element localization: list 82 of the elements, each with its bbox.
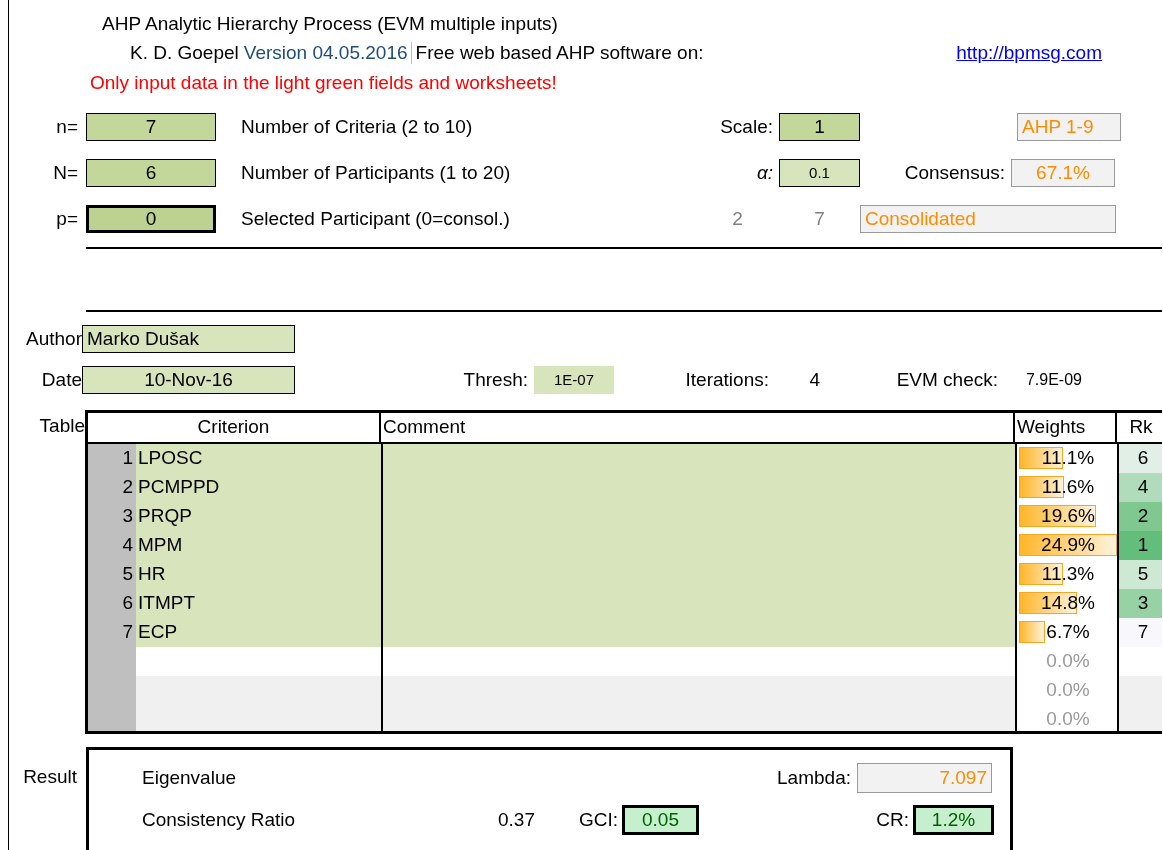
- scale-field[interactable]: 1: [779, 112, 860, 141]
- blank-cell[interactable]: [136, 704, 381, 731]
- row-number: 3: [88, 501, 136, 531]
- setting-label: N=: [52, 161, 78, 184]
- date-field[interactable]: 10-Nov-16: [82, 365, 295, 394]
- count-value: 2: [731, 207, 744, 230]
- result-label: Result: [22, 764, 77, 789]
- row-number: 4: [88, 530, 136, 560]
- consistency-ratio-label: Consistency Ratio: [142, 808, 297, 831]
- iterations-label: Iterations:: [684, 368, 769, 391]
- criterion-cell[interactable]: PRQP: [136, 501, 381, 531]
- tagline-text: Free web based AHP software on:: [415, 42, 704, 65]
- comment-cell[interactable]: [381, 443, 1015, 473]
- participant-status: Consolidated: [860, 204, 1116, 233]
- scale-name: AHP 1-9: [1017, 112, 1121, 141]
- gci-value: 0.05: [622, 804, 699, 835]
- scale-label: Scale:: [719, 115, 773, 138]
- version-text: Version 04.05.2016: [243, 42, 412, 65]
- blank-cell[interactable]: [381, 704, 1015, 731]
- author-field[interactable]: Marko Dušak: [82, 324, 295, 353]
- weight-cell: 19.6%: [1015, 501, 1117, 531]
- evm-check-label: EVM check:: [895, 368, 998, 391]
- setting-description: Number of Criteria (2 to 10): [241, 115, 474, 138]
- rank-cell: 3: [1117, 588, 1162, 618]
- website-link[interactable]: http://bpmsg.com: [956, 42, 1102, 65]
- criterion-cell[interactable]: PCMPPD: [136, 472, 381, 502]
- lambda-value: 7.097: [857, 762, 992, 793]
- weight-cell: 6.7%: [1015, 617, 1117, 647]
- column-header: Rk: [1115, 412, 1162, 442]
- rank-cell: 5: [1117, 559, 1162, 589]
- row-number: 7: [88, 617, 136, 647]
- consistency-ratio-value: 0.37: [497, 808, 535, 831]
- rank-cell: 7: [1117, 617, 1162, 647]
- gci-label: GCI:: [577, 808, 618, 831]
- lambda-label: Lambda:: [776, 766, 851, 789]
- row-number: 5: [88, 559, 136, 589]
- setting-field[interactable]: 0: [86, 204, 216, 233]
- criterion-cell[interactable]: HR: [136, 559, 381, 589]
- thresh-label: Thresh:: [462, 368, 528, 391]
- rank-cell: 2: [1117, 501, 1162, 531]
- setting-description: Selected Participant (0=consol.): [241, 207, 511, 230]
- warning-text: Only input data in the light green fields and worksheets!: [90, 71, 557, 94]
- criterion-cell[interactable]: ECP: [136, 617, 381, 647]
- comment-cell[interactable]: [381, 617, 1015, 647]
- criterion-cell[interactable]: MPM: [136, 530, 381, 560]
- criterion-cell[interactable]: LPOSC: [136, 443, 381, 473]
- row-number: 1: [88, 443, 136, 473]
- weight-cell: 24.9%: [1015, 530, 1117, 560]
- author-text: K. D. Goepel: [130, 42, 239, 65]
- row-header-cell: [88, 704, 136, 731]
- rank-cell: 4: [1117, 472, 1162, 502]
- evm-check-value: 7.9E-09: [1024, 370, 1082, 389]
- row-number: 2: [88, 472, 136, 502]
- setting-description: Number of Participants (1 to 20): [241, 161, 512, 184]
- rank-cell: 1: [1117, 530, 1162, 560]
- weight-cell: 0.0%: [1015, 646, 1117, 676]
- setting-field[interactable]: 7: [86, 112, 216, 141]
- consensus-value: 67.1%: [1011, 158, 1115, 187]
- setting-label: n=: [55, 115, 78, 138]
- cr-label: CR:: [875, 808, 909, 831]
- alpha-label: α:: [756, 161, 773, 183]
- column-header: Criterion: [196, 415, 271, 439]
- criterion-cell[interactable]: ITMPT: [136, 588, 381, 618]
- column-header: Weights: [1013, 412, 1115, 442]
- author-label: Author: [25, 327, 82, 350]
- column-header: Comment: [379, 412, 1013, 442]
- date-label: Date: [40, 368, 82, 391]
- thresh-field[interactable]: 1E-07: [534, 365, 614, 394]
- setting-field[interactable]: 6: [86, 158, 216, 187]
- row-number: 6: [88, 588, 136, 618]
- alpha-field[interactable]: 0.1: [779, 158, 860, 187]
- cr-value: 1.2%: [913, 804, 994, 835]
- table-label: Table: [38, 413, 85, 438]
- blank-cell[interactable]: [381, 675, 1015, 705]
- rank-cell: 6: [1117, 443, 1162, 473]
- blank-cell[interactable]: [136, 675, 381, 705]
- app-title: AHP Analytic Hierarchy Process (EVM multiple inputs): [102, 12, 558, 35]
- count-value: 7: [813, 207, 826, 230]
- setting-label: p=: [55, 207, 78, 230]
- eigenvalue-label: Eigenvalue: [142, 766, 238, 789]
- iterations-value: 4: [808, 368, 820, 391]
- consensus-label: Consensus:: [903, 161, 1005, 184]
